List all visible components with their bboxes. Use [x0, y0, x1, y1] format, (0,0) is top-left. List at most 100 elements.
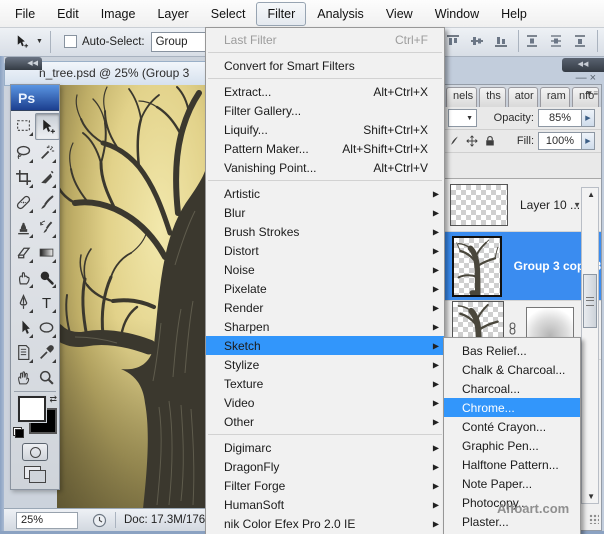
blend-mode-dropdown[interactable]: ▼ — [448, 109, 477, 127]
lock-all-icon[interactable] — [484, 135, 496, 147]
filter-item-artistic[interactable]: Artistic ▶ — [206, 184, 444, 203]
type-tool[interactable]: T — [35, 290, 58, 315]
scroll-up-icon[interactable]: ▲ — [587, 190, 595, 199]
swap-colors-icon[interactable]: ⇄ — [49, 394, 57, 405]
timing-icon[interactable] — [92, 513, 107, 528]
align-vcenter-button[interactable] — [467, 32, 487, 51]
layer-thumbnail[interactable] — [452, 236, 502, 297]
menu-analysis[interactable]: Analysis — [306, 2, 375, 26]
filter-item-filter-gallery[interactable]: Filter Gallery... — [206, 101, 444, 120]
sketch-item-chrome[interactable]: Chrome... — [444, 398, 580, 417]
history-brush-tool[interactable] — [35, 215, 58, 240]
smudge-tool[interactable] — [12, 265, 35, 290]
filter-item-dragonfly[interactable]: DragonFly ▶ — [206, 457, 444, 476]
sketch-item-charcoal[interactable]: Charcoal... — [444, 379, 580, 398]
screen-mode-button[interactable] — [22, 464, 48, 484]
brush-tool[interactable] — [35, 190, 58, 215]
clone-stamp-tool[interactable] — [12, 215, 35, 240]
menu-help[interactable]: Help — [490, 2, 538, 26]
menu-layer[interactable]: Layer — [146, 2, 199, 26]
filter-item-vanishing-point[interactable]: Vanishing Point... Alt+Ctrl+V — [206, 158, 444, 177]
filter-item-liquify[interactable]: Liquify... Shift+Ctrl+X — [206, 120, 444, 139]
tab-histogram[interactable]: ram — [540, 87, 570, 107]
zoom-tool[interactable] — [35, 365, 58, 390]
panel-resize-grip[interactable] — [589, 514, 599, 524]
fx-collapse-arrow-icon[interactable]: ▼ — [573, 201, 581, 210]
sketch-item-graphic-pen[interactable]: Graphic Pen... — [444, 436, 580, 455]
menu-edit[interactable]: Edit — [46, 2, 90, 26]
sketch-item-chalk-charcoal[interactable]: Chalk & Charcoal... — [444, 360, 580, 379]
filter-item-sharpen[interactable]: Sharpen ▶ — [206, 317, 444, 336]
menu-view[interactable]: View — [375, 2, 424, 26]
filter-item-extract[interactable]: Extract... Alt+Ctrl+X — [206, 82, 444, 101]
filter-item-nik-color-efex[interactable]: nik Color Efex Pro 2.0 IE ▶ — [206, 514, 444, 533]
filter-item-convert-smart-filters[interactable]: Convert for Smart Filters — [206, 56, 444, 75]
panel-menu-icon[interactable]: ▼≡ — [585, 89, 598, 98]
sketch-item-conte-crayon[interactable]: Conté Crayon... — [444, 417, 580, 436]
tab-channels[interactable]: nels — [446, 87, 477, 107]
filter-item-pixelate[interactable]: Pixelate ▶ — [206, 279, 444, 298]
filter-item-noise[interactable]: Noise ▶ — [206, 260, 444, 279]
filter-item-stylize[interactable]: Stylize ▶ — [206, 355, 444, 374]
menu-filter[interactable]: Filter — [256, 2, 306, 26]
layer-row-group3-selected[interactable]: Group 3 copy 8 — [444, 232, 601, 301]
tool-preset-arrow-icon[interactable]: ▼ — [36, 38, 43, 45]
opacity-value[interactable]: 85% — [538, 109, 582, 127]
crop-tool[interactable] — [12, 165, 35, 190]
align-bottom-button[interactable] — [491, 32, 511, 51]
path-selection-tool[interactable] — [12, 315, 35, 340]
filter-item-filter-forge[interactable]: Filter Forge ▶ — [206, 476, 444, 495]
foreground-color-swatch[interactable] — [18, 396, 46, 422]
default-colors-icon[interactable] — [13, 427, 24, 438]
filter-item-sketch[interactable]: Sketch ▶ — [206, 336, 444, 355]
fill-slider-arrow[interactable]: ▶ — [582, 132, 595, 150]
close-icon[interactable]: × — [590, 72, 599, 84]
canvas[interactable] — [57, 85, 205, 509]
filter-item-brush-strokes[interactable]: Brush Strokes ▶ — [206, 222, 444, 241]
collapse-dock-button[interactable]: ◀◀ — [562, 58, 604, 72]
layer-thumbnail[interactable] — [450, 184, 508, 226]
fill-value[interactable]: 100% — [538, 132, 582, 150]
dodge-tool[interactable] — [35, 265, 58, 290]
shape-tool[interactable] — [35, 315, 58, 340]
zoom-level-field[interactable]: 25% — [16, 512, 78, 529]
sketch-item-note-paper[interactable]: Note Paper... — [444, 474, 580, 493]
eyedropper-tool[interactable] — [35, 340, 58, 365]
lock-transparent-icon[interactable] — [448, 135, 460, 147]
sketch-item-bas-relief[interactable]: Bas Relief... — [444, 341, 580, 360]
filter-item-digimarc[interactable]: Digimarc ▶ — [206, 438, 444, 457]
magic-wand-tool[interactable] — [35, 140, 58, 165]
scrollbar-thumb[interactable] — [583, 274, 597, 328]
filter-item-blur[interactable]: Blur ▶ — [206, 203, 444, 222]
filter-item-pattern-maker[interactable]: Pattern Maker... Alt+Shift+Ctrl+X — [206, 139, 444, 158]
opacity-slider-arrow[interactable]: ▶ — [582, 109, 595, 127]
filter-item-texture[interactable]: Texture ▶ — [206, 374, 444, 393]
layers-scrollbar[interactable]: ▲ ▼ — [581, 187, 599, 504]
filter-item-other[interactable]: Other ▶ — [206, 412, 444, 431]
distribute-bottom-button[interactable] — [570, 32, 590, 51]
gradient-tool[interactable] — [35, 240, 58, 265]
filter-item-humansoft[interactable]: HumanSoft ▶ — [206, 495, 444, 514]
notes-tool[interactable] — [12, 340, 35, 365]
lasso-tool[interactable] — [12, 140, 35, 165]
auto-select-checkbox[interactable] — [64, 35, 77, 48]
filter-item-video[interactable]: Video ▶ — [206, 393, 444, 412]
filter-item-render[interactable]: Render ▶ — [206, 298, 444, 317]
align-top-button[interactable] — [443, 32, 463, 51]
lock-position-icon[interactable] — [466, 135, 478, 147]
eraser-tool[interactable] — [12, 240, 35, 265]
menu-file[interactable]: File — [4, 2, 46, 26]
menu-window[interactable]: Window — [424, 2, 490, 26]
distribute-vcenter-button[interactable] — [546, 32, 566, 51]
tab-navigator[interactable]: ator — [508, 87, 538, 107]
menu-select[interactable]: Select — [200, 2, 257, 26]
hand-tool[interactable] — [12, 365, 35, 390]
layer-row-layer10[interactable]: Layer 10 ... fx ▼ — [444, 179, 601, 232]
marquee-tool[interactable] — [12, 113, 35, 138]
healing-brush-tool[interactable] — [12, 190, 35, 215]
menu-image[interactable]: Image — [90, 2, 147, 26]
sketch-item-halftone-pattern[interactable]: Halftone Pattern... — [444, 455, 580, 474]
scroll-down-icon[interactable]: ▼ — [587, 492, 595, 501]
filter-item-distort[interactable]: Distort ▶ — [206, 241, 444, 260]
toolbar-collapse-header[interactable]: ◀◀ — [5, 57, 42, 70]
